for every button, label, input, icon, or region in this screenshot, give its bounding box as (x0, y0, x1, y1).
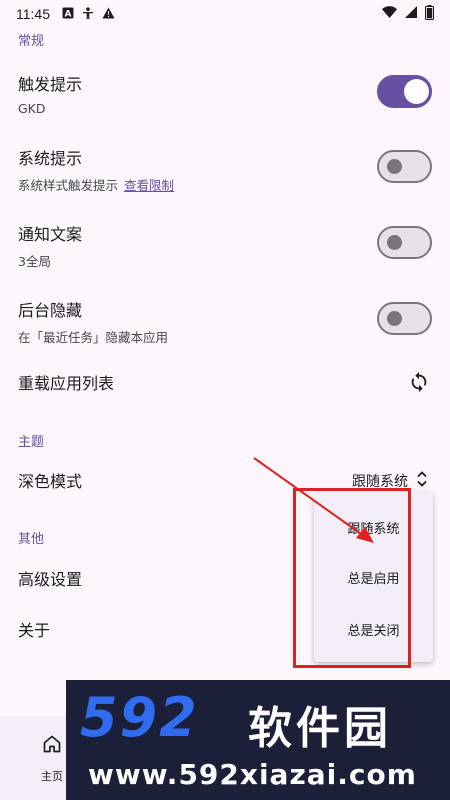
setting-reload-apps[interactable]: 重载应用列表 (0, 362, 450, 402)
setting-title: 通知文案 (18, 224, 83, 244)
battery-icon (425, 4, 434, 24)
bg-hide-toggle[interactable] (377, 302, 432, 335)
setting-title: 重载应用列表 (18, 374, 115, 393)
notification-a-icon: A (62, 7, 74, 22)
setting-bg-hide[interactable]: 后台隐藏 在「最近任务」隐藏本应用 (0, 296, 450, 346)
dark-mode-select[interactable]: 跟随系统 (352, 470, 428, 492)
section-title-theme: 主题 (18, 435, 45, 450)
section-title-general: 常规 (18, 34, 45, 49)
setting-notify-text[interactable]: 通知文案 3全局 (0, 220, 450, 270)
status-bar: 11:45 A (0, 0, 450, 28)
setting-title: 系统提示 (18, 148, 83, 168)
section-title-other: 其他 (18, 532, 45, 547)
watermark-number: 592 (80, 686, 199, 749)
unfold-icon (416, 470, 428, 492)
wifi-icon (382, 6, 397, 22)
setting-title: 关于 (18, 621, 51, 640)
setting-title: 后台隐藏 (18, 300, 83, 320)
setting-subtitle: 3全局 (18, 253, 51, 269)
setting-subtitle-text: 系统样式触发提示 (18, 177, 119, 193)
setting-subtitle: 在「最近任务」隐藏本应用 (18, 329, 169, 345)
nav-label-home: 主页 (41, 770, 63, 783)
dropdown-option-follow-system[interactable]: 跟随系统 (314, 502, 433, 552)
status-time: 11:45 (16, 6, 50, 22)
view-limits-link[interactable]: 查看限制 (124, 178, 174, 193)
toggle-knob (387, 235, 402, 250)
warning-icon (102, 7, 115, 22)
watermark-banner: 592 软件园 www.592xiazai.com (66, 680, 450, 800)
dark-mode-value: 跟随系统 (352, 474, 408, 490)
svg-text:A: A (65, 9, 72, 19)
notify-text-toggle[interactable] (377, 226, 432, 259)
setting-subtitle: GKD (18, 100, 46, 116)
setting-trigger-hint[interactable]: 触发提示 GKD (0, 68, 450, 118)
toggle-knob (404, 79, 429, 104)
accessibility-icon (82, 6, 94, 22)
dropdown-option-always-off[interactable]: 总是关闭 (314, 604, 433, 654)
trigger-hint-toggle[interactable] (377, 75, 432, 108)
setting-subtitle: 系统样式触发提示 查看限制 (18, 175, 174, 194)
refresh-icon[interactable] (408, 371, 430, 393)
watermark-brand: 软件园 (248, 703, 392, 754)
dark-mode-dropdown-menu: 跟随系统 总是启用 总是关闭 (314, 492, 433, 662)
setting-title: 高级设置 (18, 570, 83, 589)
setting-title: 深色模式 (18, 472, 83, 491)
setting-system-hint[interactable]: 系统提示 系统样式触发提示 查看限制 (0, 144, 450, 194)
system-hint-toggle[interactable] (377, 150, 432, 183)
signal-icon (405, 6, 417, 22)
toggle-knob (387, 311, 402, 326)
dropdown-option-always-on[interactable]: 总是启用 (314, 552, 433, 602)
watermark-url: www.592xiazai.com (88, 758, 417, 791)
home-icon (42, 734, 62, 758)
setting-title: 触发提示 (18, 74, 83, 94)
toggle-knob (387, 159, 402, 174)
